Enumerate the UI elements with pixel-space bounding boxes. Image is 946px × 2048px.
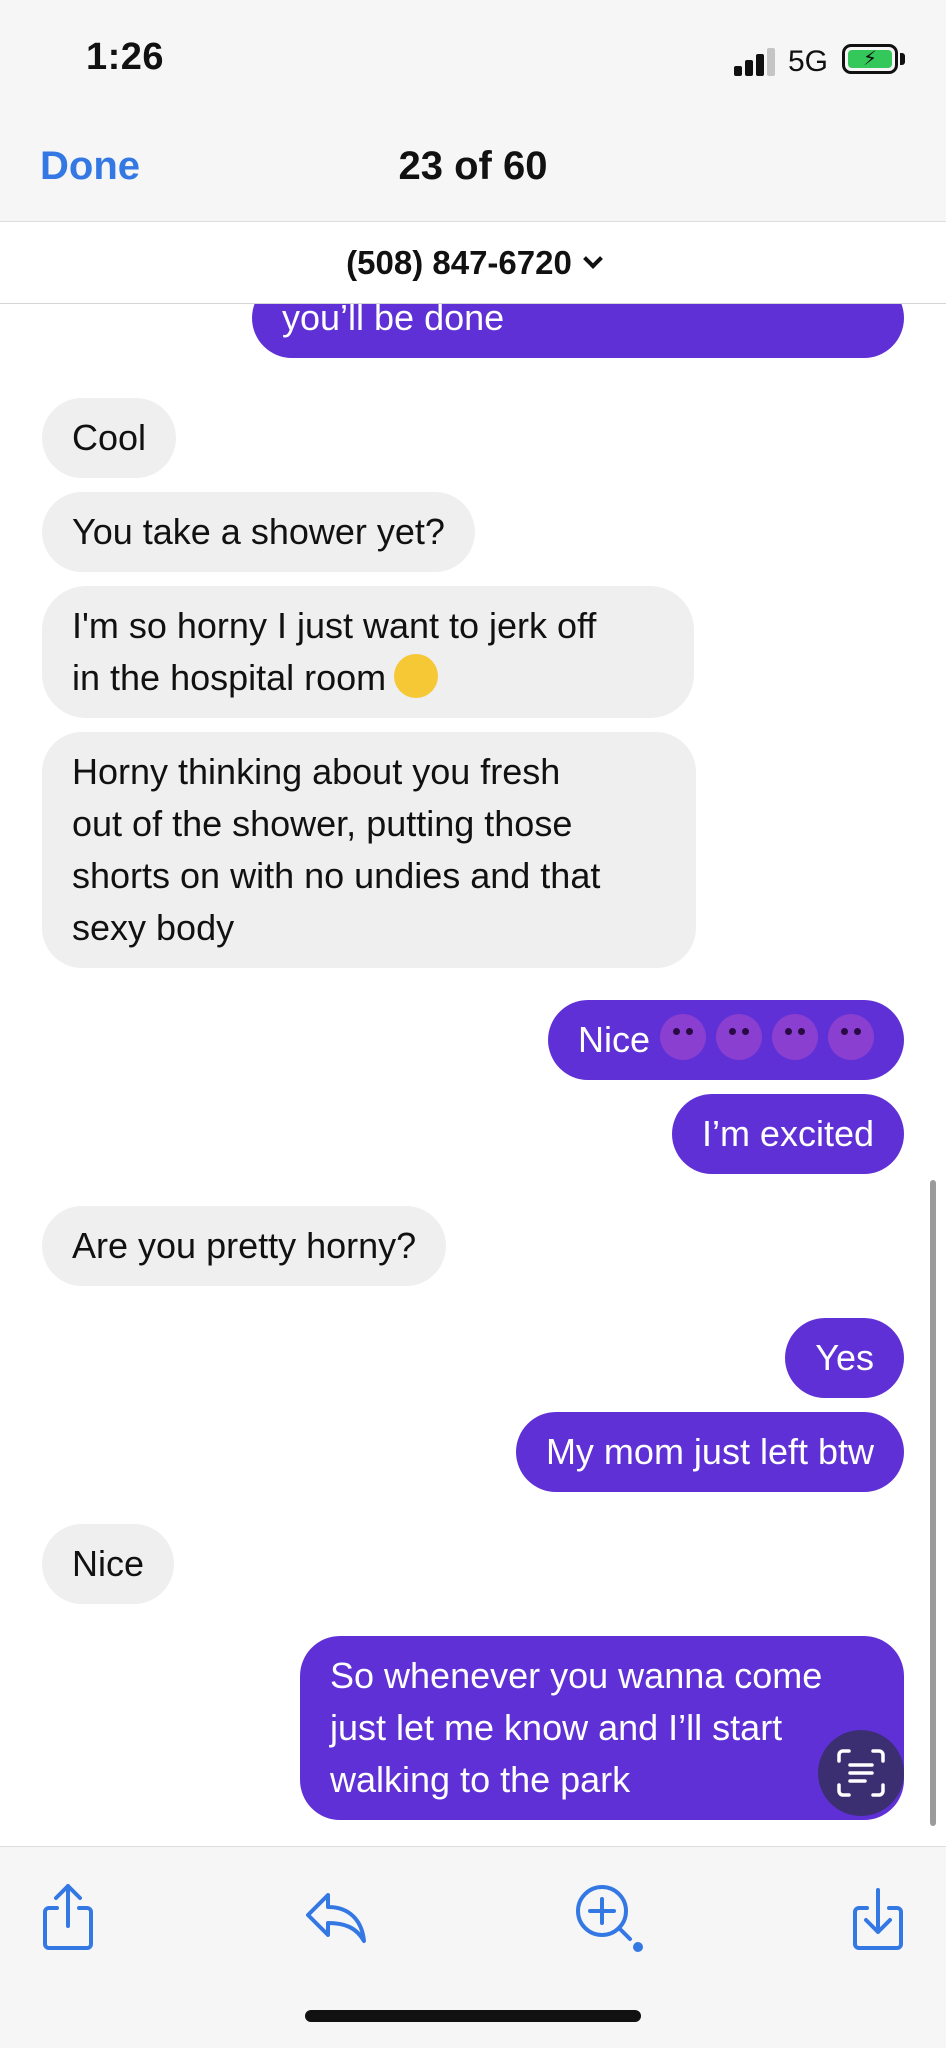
message-text: you’ll be done	[282, 304, 505, 338]
save-button[interactable]	[838, 1877, 918, 1957]
message-bubble-sent: Nice	[547, 1000, 904, 1080]
message-bubble-received: I'm so horny I just want to jerk off in …	[42, 586, 694, 718]
smiling-devil-emoji-icon	[772, 1014, 818, 1060]
live-text-icon	[837, 1749, 885, 1797]
message-bubble-received: Cool	[42, 398, 177, 478]
scrollbar[interactable]	[930, 1180, 936, 1826]
message-bubble-received: Horny thinking about you fresh out of th…	[42, 732, 696, 968]
top-navigation-bar: Done 23 of 60	[0, 120, 946, 222]
contact-header[interactable]: (508) 847-6720	[0, 222, 946, 304]
smirking-face-emoji-icon	[394, 654, 439, 698]
message-bubble-sent: My mom just left btw	[515, 1412, 904, 1492]
message-bubble-received: You take a shower yet?	[42, 492, 475, 572]
visual-lookup-button[interactable]	[568, 1877, 648, 1957]
message-text-line: sexy body	[72, 907, 235, 948]
message-text-line: shorts on with no undies and that	[72, 855, 601, 896]
chevron-down-icon	[582, 248, 603, 269]
message-text: Cool	[72, 417, 147, 458]
reply-button[interactable]	[296, 1877, 376, 1957]
message-text-line: Horny thinking about you fresh	[72, 751, 561, 792]
signal-icon	[734, 48, 776, 76]
message-text: Nice	[577, 1019, 650, 1060]
message-text: Are you pretty horny?	[72, 1225, 417, 1266]
network-type: 5G	[788, 45, 829, 78]
message-text-line: walking to the park	[330, 1759, 631, 1800]
message-bubble-received: Nice	[42, 1524, 175, 1604]
smiling-devil-emoji-icon	[660, 1014, 706, 1060]
message-text: Nice	[72, 1543, 145, 1584]
photo-viewer-screen: 1:26 5G ⚡ Done 23 of 60 (508) 847-6720 y…	[0, 0, 946, 2048]
save-icon	[853, 1888, 903, 1950]
photo-counter: 23 of 60	[398, 144, 548, 188]
message-text-line: out of the shower, putting those	[72, 803, 573, 844]
message-text: Yes	[815, 1337, 874, 1378]
smiling-devil-emoji-icon	[828, 1014, 874, 1060]
message-bubble-received: Are you pretty horny?	[42, 1206, 447, 1286]
message-bubble-sent: Yes	[785, 1318, 904, 1398]
status-bar: 1:26 5G ⚡	[0, 0, 946, 120]
smiling-devil-emoji-icon	[716, 1014, 762, 1060]
message-text: I’m excited	[701, 1113, 874, 1154]
message-bubble-sent: So whenever you wanna come just let me k…	[300, 1636, 904, 1820]
message-text-line: just let me know and I’ll start	[330, 1707, 783, 1748]
contact-number: (508) 847-6720	[346, 243, 572, 281]
message-thread[interactable]: you’ll be done Cool You take a shower ye…	[0, 304, 946, 1846]
message-bubble-sent: I’m excited	[671, 1094, 904, 1174]
visual-lookup-icon	[576, 1885, 643, 1952]
message-text: You take a shower yet?	[72, 511, 445, 552]
battery-charging-icon: ⚡	[842, 44, 898, 74]
battery-cap	[900, 53, 905, 65]
live-text-button[interactable]	[818, 1730, 904, 1816]
message-text-line: I'm so horny I just want to jerk off	[72, 605, 597, 646]
message-text: My mom just left btw	[545, 1431, 874, 1472]
home-indicator	[305, 2010, 641, 2022]
message-text-line: So whenever you wanna come	[330, 1655, 823, 1696]
message-text-line: in the hospital room	[72, 657, 387, 698]
reply-icon	[306, 1893, 366, 1943]
share-button[interactable]	[28, 1877, 108, 1957]
status-time: 1:26	[86, 36, 165, 78]
share-icon	[43, 1884, 93, 1950]
message-bubble-sent: you’ll be done	[252, 304, 904, 358]
